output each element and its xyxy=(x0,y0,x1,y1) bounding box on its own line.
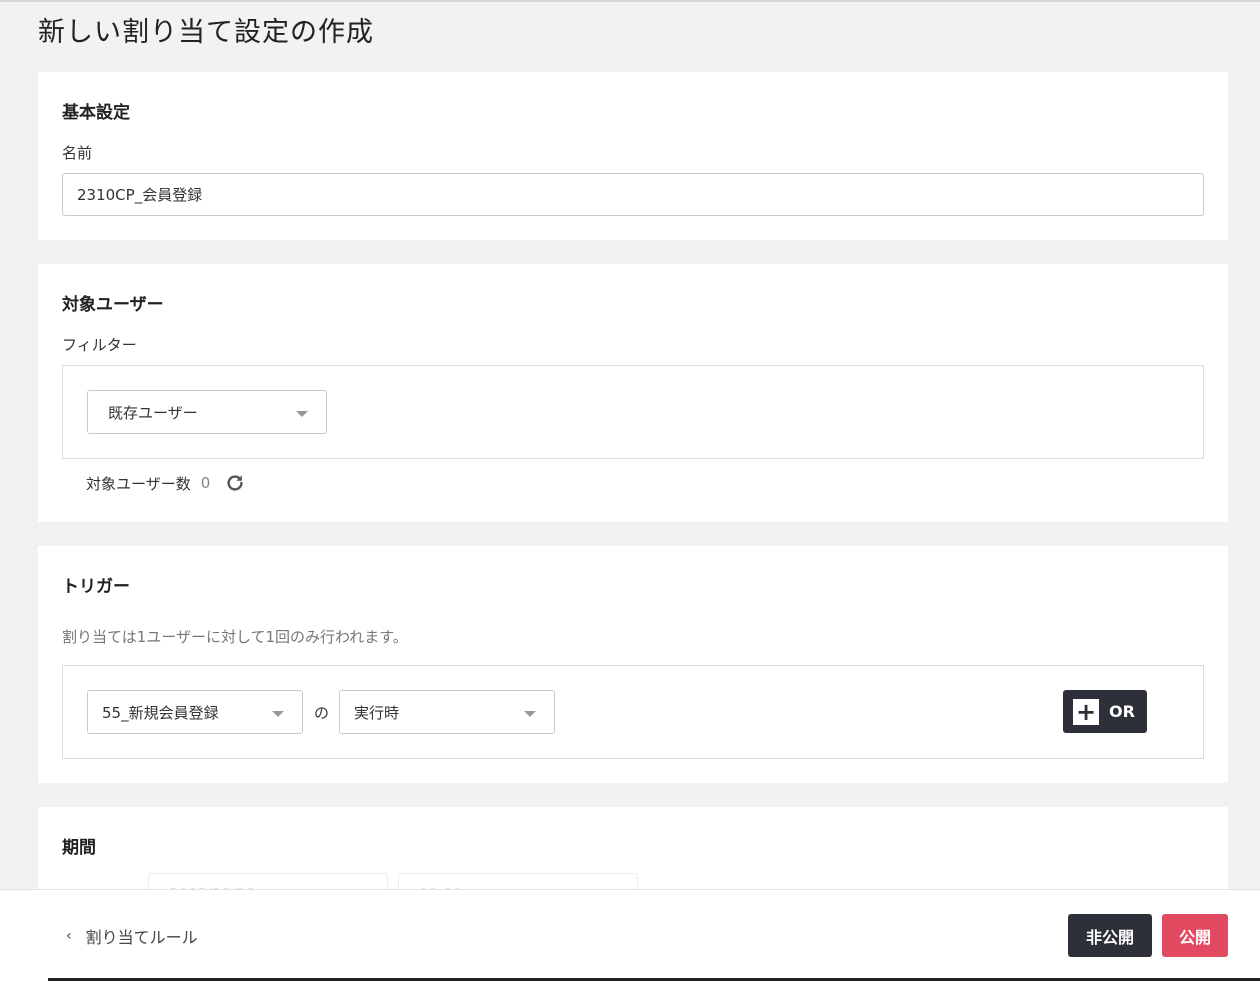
filter-select[interactable]: 既存ユーザー xyxy=(87,390,327,434)
target-users-card: 対象ユーザー フィルター 既存ユーザー 対象ユーザー数 0 xyxy=(38,264,1228,522)
chevron-down-icon xyxy=(524,711,536,717)
plus-icon: + xyxy=(1073,698,1099,725)
trigger-note: 割り当ては1ユーザーに対して1回のみ行われます。 xyxy=(62,628,408,646)
filter-select-value: 既存ユーザー xyxy=(108,403,198,422)
page-title: 新しい割り当て設定の作成 xyxy=(38,17,374,48)
chevron-down-icon xyxy=(296,411,308,417)
trigger-timing-select[interactable]: 実行時 xyxy=(339,690,555,734)
target-user-count-value: 0 xyxy=(200,474,211,492)
add-or-button[interactable]: + OR xyxy=(1063,690,1147,733)
target-user-count-label: 対象ユーザー数 xyxy=(86,474,191,493)
publish-button[interactable]: 公開 xyxy=(1162,914,1228,957)
trigger-title: トリガー xyxy=(62,577,130,597)
trigger-event-select[interactable]: 55_新規会員登録 xyxy=(87,690,303,734)
refresh-icon[interactable] xyxy=(224,472,246,494)
trigger-timing-value: 実行時 xyxy=(354,703,400,722)
unpublish-button[interactable]: 非公開 xyxy=(1068,914,1152,957)
chevron-left-icon: ‹ xyxy=(66,928,72,944)
trigger-box: 55_新規会員登録 の 実行時 + OR xyxy=(62,665,1204,759)
basic-settings-title: 基本設定 xyxy=(62,103,130,123)
chevron-down-icon xyxy=(272,711,284,717)
period-title: 期間 xyxy=(62,838,96,858)
name-input[interactable] xyxy=(62,173,1204,216)
basic-settings-card: 基本設定 名前 xyxy=(38,72,1228,240)
back-link[interactable]: ‹ 割り当てルール xyxy=(66,924,198,948)
filter-box: 既存ユーザー xyxy=(62,365,1204,459)
target-user-count: 対象ユーザー数 0 xyxy=(86,472,246,494)
footer-bar: ‹ 割り当てルール 非公開 公開 xyxy=(0,889,1260,981)
target-users-title: 対象ユーザー xyxy=(62,295,164,315)
of-text: の xyxy=(314,704,330,722)
name-label: 名前 xyxy=(62,144,93,162)
filter-label: フィルター xyxy=(62,336,137,354)
or-label: OR xyxy=(1109,702,1135,721)
trigger-event-value: 55_新規会員登録 xyxy=(102,703,219,722)
trigger-card: トリガー 割り当ては1ユーザーに対して1回のみ行われます。 55_新規会員登録 … xyxy=(38,546,1228,783)
back-link-label: 割り当てルール xyxy=(85,928,198,947)
top-divider xyxy=(0,0,1260,2)
